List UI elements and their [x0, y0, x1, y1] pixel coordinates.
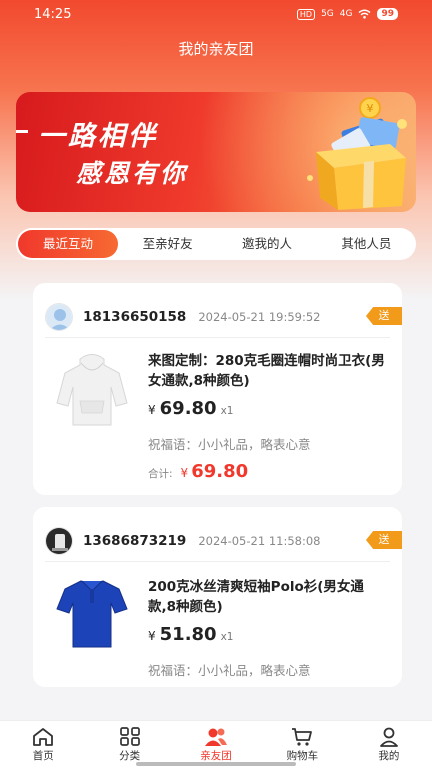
cart-icon	[292, 728, 313, 746]
gift-badge: 送	[366, 531, 402, 549]
nav-cart[interactable]: 购物车	[259, 721, 345, 768]
currency-symbol: ¥	[148, 403, 156, 417]
blessing-message: 祝福语：小小礼品，略表心意	[148, 437, 311, 452]
total-label: 合计:	[148, 468, 173, 480]
currency-symbol: ¥	[180, 466, 189, 480]
price-value: 51.80	[159, 624, 217, 645]
promo-banner[interactable]: 一路相伴 感恩有你 ¥	[16, 92, 416, 212]
banner-line-2: 感恩有你	[76, 159, 189, 188]
currency-symbol: ¥	[148, 629, 156, 643]
svg-text:¥: ¥	[367, 102, 374, 115]
nav-label: 首页	[32, 750, 54, 762]
signal-5g: 5G	[321, 9, 334, 19]
gift-box-illustration: ¥	[307, 97, 407, 210]
sender-phone: 13686873219	[83, 533, 187, 549]
quantity: x1	[220, 405, 234, 417]
card-header: 18136650158 2024-05-21 19:59:52 送	[45, 303, 402, 331]
status-time: 14:25	[34, 6, 72, 22]
record-time: 2024-05-21 19:59:52	[198, 310, 321, 324]
page-title: 我的亲友团	[178, 40, 254, 58]
battery-indicator: 99	[377, 8, 398, 20]
user-icon	[379, 727, 398, 747]
polo-shirt-image[interactable]	[53, 575, 131, 653]
divider	[45, 561, 390, 562]
hd-icon: HD	[296, 8, 316, 20]
nav-label: 分类	[119, 750, 141, 762]
filter-tabs: 最近互动 至亲好友 邀我的人 其他人员	[16, 228, 416, 260]
gift-record-card[interactable]: 18136650158 2024-05-21 19:59:52 送 来图定制：2…	[33, 283, 402, 495]
nav-category[interactable]: 分类	[86, 721, 172, 768]
grid-icon	[119, 727, 140, 746]
banner-line-1: 一路相伴	[16, 114, 158, 153]
blessing-message: 祝福语：小小礼品，略表心意	[148, 663, 311, 678]
status-bar: 14:25 HD 5G 4G 99	[0, 0, 432, 28]
price-value: 69.80	[159, 398, 217, 419]
avatar	[45, 527, 73, 555]
nav-profile[interactable]: 我的	[346, 721, 432, 768]
product-price: ¥ 69.80 x1	[148, 398, 233, 419]
nav-label: 购物车	[286, 750, 319, 762]
friends-icon	[205, 728, 228, 746]
product-name[interactable]: 来图定制：280克毛圈连帽时尚卫衣(男女通款,8种颜色)	[148, 351, 388, 391]
home-icon	[33, 728, 54, 746]
tab-inviters[interactable]: 邀我的人	[217, 230, 316, 258]
quantity: x1	[220, 631, 234, 643]
home-indicator	[136, 762, 296, 766]
hoodie-image[interactable]	[53, 351, 131, 429]
divider	[45, 337, 390, 338]
nav-label: 亲友团	[200, 750, 232, 762]
product-name[interactable]: 200克冰丝清爽短袖Polo衫(男女通款,8种颜色)	[148, 577, 388, 617]
signal-4g: 4G	[339, 9, 353, 19]
gift-record-card[interactable]: 13686873219 2024-05-21 11:58:08 送 200克冰丝…	[33, 507, 402, 687]
gift-badge: 送	[366, 307, 402, 325]
nav-friends[interactable]: 亲友团	[173, 721, 259, 768]
product-price: ¥ 51.80 x1	[148, 624, 233, 645]
total-value: 69.80	[191, 461, 249, 482]
nav-home[interactable]: 首页	[0, 721, 86, 768]
avatar	[45, 303, 73, 331]
tab-others[interactable]: 其他人员	[317, 230, 416, 258]
record-time: 2024-05-21 11:58:08	[198, 534, 321, 548]
order-total: 合计: ¥ 69.80	[148, 461, 248, 482]
nav-label: 我的	[378, 750, 400, 762]
bottom-navigation: 首页 分类 亲友团 购物车 我的	[0, 720, 432, 768]
sender-phone: 18136650158	[83, 309, 187, 325]
tab-recent[interactable]: 最近互动	[18, 230, 118, 258]
status-icons: HD 5G 4G 99	[296, 8, 398, 20]
card-header: 13686873219 2024-05-21 11:58:08 送	[45, 527, 402, 555]
wifi-icon	[358, 9, 371, 19]
tab-close-friends[interactable]: 至亲好友	[118, 230, 217, 258]
